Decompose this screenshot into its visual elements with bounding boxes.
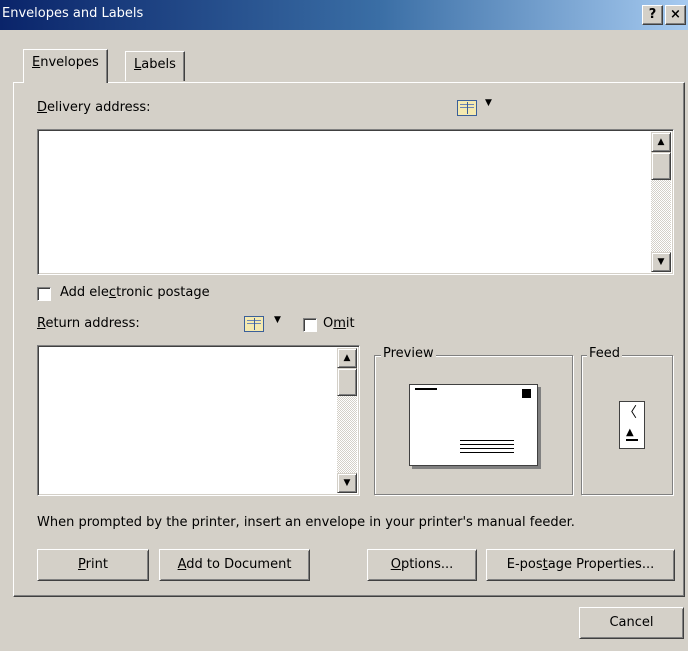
return-scrollbar[interactable]: ▲ ▼ (337, 348, 357, 493)
feed-label: Feed (587, 346, 623, 361)
stamp-icon (522, 389, 531, 398)
delivery-scrollbar[interactable]: ▲ ▼ (651, 132, 671, 272)
scroll-down-icon[interactable]: ▼ (651, 252, 671, 272)
preview-label: Preview (381, 346, 436, 361)
scroll-down-icon[interactable]: ▼ (337, 473, 357, 493)
tab-envelopes-label: nvelopes (40, 55, 99, 70)
help-icon: ? (648, 7, 657, 22)
cancel-button[interactable]: Cancel (579, 607, 684, 639)
feed-group[interactable]: 〈 ▲ (581, 355, 673, 495)
return-address-field[interactable]: ▲ ▼ (37, 345, 360, 496)
epost-label-post: age Properties... (547, 557, 655, 572)
return-label-text: eturn address: (45, 316, 140, 331)
address-book-dropdown-icon[interactable]: ▼ (485, 98, 492, 108)
omit-label-post: it (345, 316, 355, 331)
close-icon: × (670, 7, 681, 22)
scroll-up-icon[interactable]: ▲ (337, 348, 357, 368)
scroll-thumb[interactable] (651, 152, 671, 180)
address-lines-icon (460, 440, 514, 454)
postage-mnemonic: c (108, 285, 117, 300)
omit-checkbox[interactable] (303, 318, 317, 332)
electronic-postage-label[interactable]: Add electronic postage (60, 285, 210, 300)
delivery-label-text: elivery address: (47, 100, 151, 115)
title-bar[interactable]: Envelopes and Labels ? × (0, 0, 688, 30)
options-label: ptions... (400, 557, 454, 572)
tab-labels[interactable]: Labels (125, 51, 185, 81)
electronic-postage-checkbox[interactable] (37, 287, 51, 301)
feed-tray-glyph (626, 439, 638, 441)
feed-instruction: When prompted by the printer, insert an … (37, 515, 575, 530)
return-address-label: Return address: (37, 316, 140, 331)
options-mnemonic: O (390, 557, 401, 572)
omit-label[interactable]: Omit (323, 316, 355, 331)
postage-label-pre: Add ele (60, 285, 109, 300)
omit-label-pre: O (323, 316, 334, 331)
return-book-dropdown-icon[interactable]: ▼ (274, 315, 281, 325)
cancel-label: Cancel (609, 615, 654, 630)
print-mnemonic: P (78, 557, 86, 572)
add-to-document-button[interactable]: Add to Document (159, 549, 310, 581)
omit-mnemonic: m (333, 316, 346, 331)
scroll-thumb[interactable] (337, 368, 357, 396)
envelope-preview (409, 384, 538, 466)
tab-envelopes[interactable]: Envelopes (23, 49, 108, 83)
add-mnemonic: A (177, 557, 187, 572)
print-label: rint (85, 557, 108, 572)
epost-label-pre: E-pos (506, 557, 543, 572)
add-label: dd to Document (186, 557, 292, 572)
return-lines-icon (415, 388, 437, 390)
return-address-book-icon[interactable] (244, 316, 264, 332)
feed-envelope-glyph: 〈 (623, 405, 637, 421)
help-button[interactable]: ? (642, 5, 663, 25)
postage-label-post: tronic postage (116, 285, 210, 300)
feed-icon: 〈 ▲ (619, 401, 645, 449)
delivery-mnemonic: D (37, 100, 48, 115)
tab-envelopes-mnemonic: E (32, 55, 41, 70)
options-button[interactable]: Options... (367, 549, 477, 581)
window-title: Envelopes and Labels (2, 6, 144, 21)
tab-labels-label: abels (141, 57, 176, 72)
e-postage-properties-button[interactable]: E-postage Properties... (486, 549, 675, 581)
close-button[interactable]: × (665, 5, 686, 25)
delivery-address-field[interactable]: ▲ ▼ (37, 129, 674, 275)
feed-arrow-glyph: ▲ (626, 427, 634, 438)
scroll-up-icon[interactable]: ▲ (651, 132, 671, 152)
print-button[interactable]: Print (37, 549, 149, 581)
delivery-address-label: Delivery address: (37, 100, 151, 115)
address-book-icon[interactable] (457, 100, 477, 116)
preview-group[interactable] (374, 355, 573, 495)
